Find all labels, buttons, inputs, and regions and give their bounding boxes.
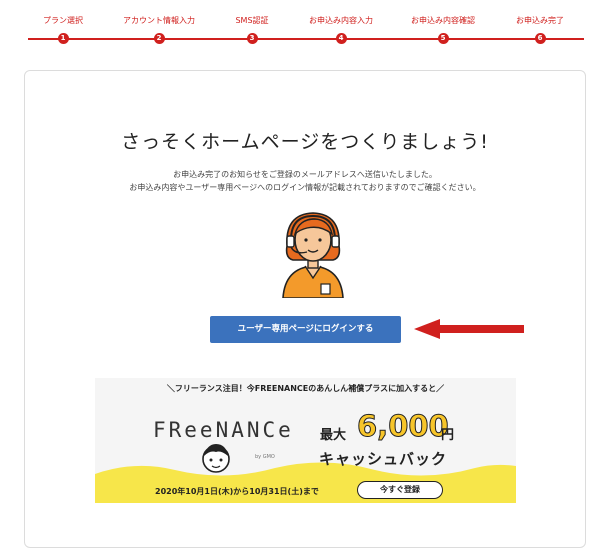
step-5: お申込み内容確認 5 — [388, 0, 498, 44]
step-label: お申込み内容入力 — [309, 16, 373, 25]
step-label: お申込み内容確認 — [411, 16, 475, 25]
gmo-sublogo: by GMO — [255, 454, 275, 460]
progress-steps: プラン選択 1 アカウント情報入力 2 SMS認証 3 お申込み内容入力 4 お… — [0, 0, 600, 50]
reward-cashback: キャッシュバック — [319, 450, 448, 468]
register-now-button[interactable]: 今すぐ登録 — [357, 481, 443, 499]
step-number: 2 — [153, 33, 165, 44]
step-4: お申込み内容入力 4 — [286, 0, 396, 44]
freenance-logo: FReeNANCe — [153, 418, 294, 442]
support-operator-illustration — [282, 212, 344, 298]
step-number: 6 — [534, 33, 546, 44]
step-number: 3 — [246, 33, 258, 44]
reward-amount: 6,000 — [357, 409, 450, 444]
step-number: 4 — [335, 33, 347, 44]
step-label: お申込み完了 — [516, 16, 564, 25]
description-line-1: お申込み完了のお知らせをご登録のメールアドレスへ送信いたしました。 — [173, 170, 437, 179]
reward-suffix: 円 — [441, 428, 455, 443]
step-number: 5 — [437, 33, 449, 44]
page-title: さっそくホームページをつくりましょう! — [121, 131, 489, 153]
completion-card: さっそくホームページをつくりましょう! お申込み完了のお知らせをご登録のメールア… — [24, 70, 586, 548]
step-1: プラン選択 1 — [8, 0, 118, 44]
red-left-arrow-icon — [414, 319, 524, 339]
freenance-banner[interactable]: ＼フリーランス注目！今FREENANCEのあんしん補償プラスに加入すると／ FR… — [95, 378, 516, 503]
character-face-icon — [202, 444, 230, 473]
step-number: 1 — [57, 33, 69, 44]
step-6: お申込み完了 6 — [485, 0, 595, 44]
user-login-button[interactable]: ユーザー専用ページにログインする — [210, 316, 401, 343]
step-label: プラン選択 — [43, 16, 83, 25]
reward-prefix: 最大 — [320, 428, 347, 443]
campaign-period: 2020年10月1日(木)から10月31日(土)まで — [155, 487, 319, 496]
description-line-2: お申込み内容やユーザー専用ページへのログイン情報が記載されておりますのでご確認く… — [129, 183, 481, 192]
banner-headline: ＼フリーランス注目！今FREENANCEのあんしん補償プラスに加入すると／ — [166, 384, 445, 393]
